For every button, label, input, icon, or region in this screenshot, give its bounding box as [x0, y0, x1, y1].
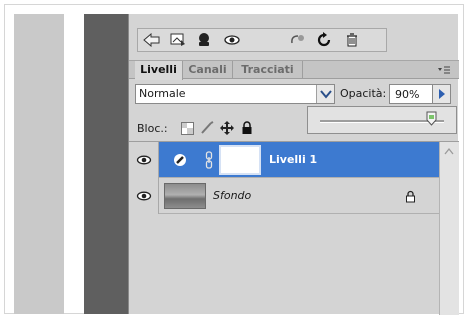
chevron-right-icon[interactable]	[433, 84, 451, 104]
panel-tab-bar: Livelli Canali Tracciati	[129, 60, 459, 80]
layers-panel: Livelli Canali Tracciati Normale Opacità…	[128, 14, 459, 315]
layer-row-sfondo[interactable]: Sfondo	[129, 178, 439, 214]
opacity-slider-popup	[307, 106, 457, 134]
tab-tracciati[interactable]: Tracciati	[233, 61, 303, 79]
brush-rotate-icon[interactable]	[288, 31, 308, 49]
chain-link-icon[interactable]	[205, 151, 213, 169]
blend-mode-value: Normale	[139, 87, 186, 100]
layers-scrollbar[interactable]	[439, 142, 459, 315]
lock-icon	[405, 190, 417, 203]
canvas-area	[14, 14, 64, 314]
opacity-field[interactable]: 90%	[389, 84, 433, 104]
eye-icon[interactable]	[222, 31, 242, 49]
tab-canali[interactable]: Canali	[183, 61, 233, 79]
layers-list: Livelli 1 Sfondo	[129, 141, 459, 315]
brush-icon[interactable]	[199, 120, 215, 136]
visibility-eye-icon[interactable]	[129, 178, 159, 214]
layer-name: Sfondo	[213, 189, 252, 202]
tab-livelli[interactable]: Livelli	[135, 61, 183, 80]
brush-indicator-icon	[173, 153, 187, 167]
lock-label: Bloc.:	[137, 122, 168, 135]
chevron-down-icon[interactable]	[316, 85, 334, 103]
tool-options-bar	[137, 28, 387, 52]
blend-mode-select[interactable]: Normale	[135, 84, 335, 104]
layer-thumbnail	[219, 145, 261, 175]
scroll-up-arrow-icon[interactable]	[442, 145, 456, 157]
opacity-label: Opacità:	[340, 87, 387, 100]
trash-icon[interactable]	[342, 31, 362, 49]
layer-row-livelli-1[interactable]: Livelli 1	[129, 142, 439, 178]
visibility-eye-icon[interactable]	[129, 142, 159, 178]
canvas-border	[84, 14, 128, 314]
image-frame-icon[interactable]	[168, 31, 188, 49]
opacity-slider-thumb[interactable]	[426, 111, 437, 126]
move-icon[interactable]	[219, 120, 235, 136]
layer-name: Livelli 1	[269, 153, 318, 166]
panel-menu-icon[interactable]	[437, 65, 451, 75]
lock-transparency-icon[interactable]	[179, 120, 195, 136]
lock-icon[interactable]	[239, 120, 255, 136]
arrow-left-icon[interactable]	[142, 31, 162, 49]
rotate-icon[interactable]	[314, 31, 334, 49]
stamp-icon[interactable]	[194, 31, 214, 49]
background-thumbnail	[164, 183, 206, 209]
